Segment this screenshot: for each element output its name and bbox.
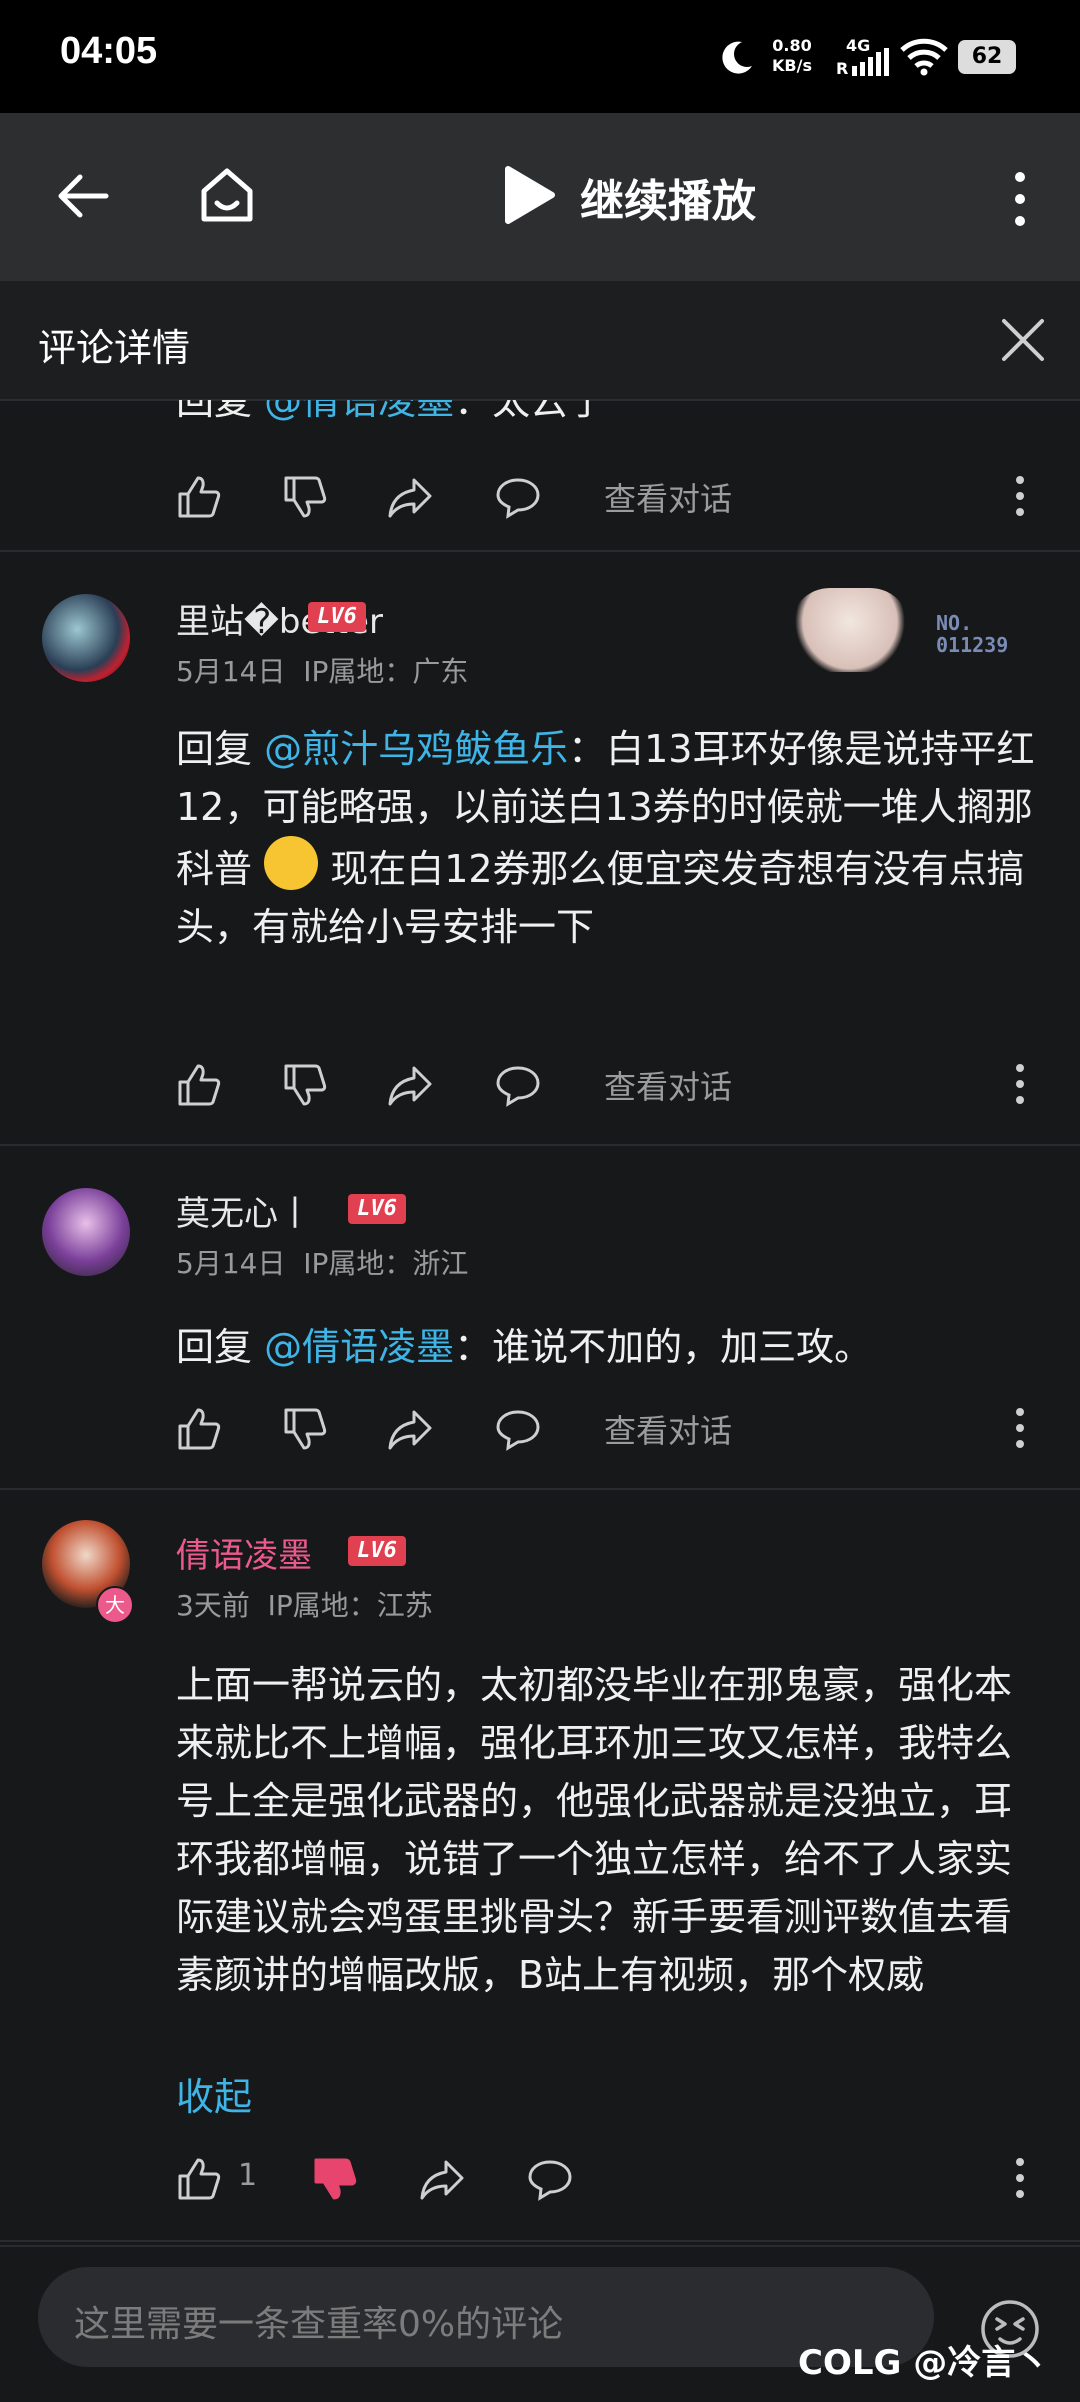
mention-link[interactable]: @倩语凌墨 — [264, 400, 454, 423]
comment-detail-header: 评论详情 — [0, 281, 1080, 401]
like-count: 1 — [238, 2158, 258, 2193]
view-conversation-link[interactable]: 查看对话 — [604, 474, 732, 520]
reply-icon[interactable] — [494, 474, 542, 520]
share-icon[interactable] — [386, 1062, 434, 1108]
battery-indicator: 62 — [958, 40, 1016, 74]
share-icon[interactable] — [386, 1406, 434, 1452]
divider — [0, 2240, 1080, 2242]
username[interactable]: 莫无心丨 — [176, 1186, 312, 1235]
dislike-icon[interactable] — [282, 474, 328, 520]
more-menu-icon[interactable] — [1010, 171, 1030, 227]
page-title: 评论详情 — [38, 326, 191, 370]
divider — [0, 550, 1080, 552]
share-icon[interactable] — [386, 474, 434, 520]
moon-icon — [722, 41, 752, 74]
level-badge: LV6 — [308, 602, 366, 632]
avatar[interactable] — [42, 594, 130, 682]
comment-more-icon[interactable] — [1014, 474, 1026, 518]
continue-play-label[interactable]: 继续播放 — [580, 165, 756, 229]
comment-text: 回复 @倩语凌墨：谁说不加的，加三攻。 — [176, 1325, 873, 1369]
wifi-icon — [900, 38, 948, 76]
watermark: COLG @冷言丶 — [798, 2343, 1050, 2383]
divider — [0, 1144, 1080, 1146]
comment-actions: 查看对话 — [176, 1400, 1056, 1456]
play-icon[interactable] — [500, 163, 558, 227]
view-conversation-link[interactable]: 查看对话 — [604, 1062, 732, 1108]
net-speed: 0.80 KB/s — [772, 36, 812, 75]
like-icon[interactable] — [176, 2156, 222, 2202]
like-icon[interactable] — [176, 1062, 222, 1108]
comment-text: 回复 @煎汁乌鸡鲅鱼乐：白13耳环好像是说持平红12，可能略强，以前送白13券的… — [176, 727, 1035, 949]
reply-icon[interactable] — [494, 1406, 542, 1452]
like-icon[interactable] — [176, 1406, 222, 1452]
dislike-icon[interactable] — [282, 1406, 328, 1452]
comment-input-placeholder: 这里需要一条查重率0%的评论 — [74, 2304, 564, 2345]
fan-badge-number: NO. 011239 — [936, 611, 1009, 657]
dislike-icon-active[interactable] — [312, 2156, 358, 2202]
fan-badge-image — [790, 588, 910, 672]
back-arrow-icon[interactable] — [56, 171, 110, 221]
comment-date: 3天前 IP属地：江苏 — [176, 1589, 433, 1622]
mention-link[interactable]: @倩语凌墨 — [264, 1325, 454, 1369]
comment-actions: 1 — [176, 2150, 1056, 2206]
view-conversation-link[interactable]: 查看对话 — [604, 1406, 732, 1452]
svg-text:R: R — [836, 59, 848, 76]
comment-actions: 查看对话 — [176, 468, 1056, 524]
status-time: 04:05 — [60, 30, 158, 72]
avatar[interactable] — [42, 1188, 130, 1276]
dislike-icon[interactable] — [282, 1062, 328, 1108]
comment-date: 5月14日 IP属地：广东 — [176, 655, 469, 688]
mention-link[interactable]: @煎汁乌鸡鲅鱼乐 — [264, 727, 568, 771]
divider — [0, 1488, 1080, 1490]
avatar-badge: 大 — [96, 1586, 134, 1624]
level-badge: LV6 — [348, 1536, 406, 1566]
like-icon[interactable] — [176, 474, 222, 520]
username[interactable]: 倩语凌墨 — [176, 1528, 312, 1577]
comment-more-icon[interactable] — [1014, 1062, 1026, 1106]
comment-more-icon[interactable] — [1014, 2156, 1026, 2200]
signal-icon: R — [836, 48, 889, 76]
comment-text: 上面一帮说云的，太初都没毕业在那鬼豪，强化本来就比不上增幅，强化耳环加三攻又怎样… — [176, 1663, 1013, 1997]
collapse-link[interactable]: 收起 — [176, 2066, 252, 2121]
comment-actions: 查看对话 — [176, 1056, 1056, 1112]
comment-list: 回复 @倩语凌墨：太云了 查看对话 里站�better LV6 5月14日 IP… — [0, 400, 1080, 2245]
smile-emoji-icon — [264, 836, 319, 890]
status-bar: 04:05 0.80 KB/s 4G R 62 — [0, 0, 1080, 113]
level-badge: LV6 — [348, 1194, 406, 1224]
comment-text: 回复 @倩语凌墨：太云了 — [176, 400, 1036, 430]
comment-more-icon[interactable] — [1014, 1406, 1026, 1450]
home-icon[interactable] — [196, 165, 258, 227]
app-bar: 继续播放 — [0, 113, 1080, 281]
close-icon[interactable] — [1000, 317, 1046, 363]
reply-icon[interactable] — [526, 2156, 574, 2202]
reply-icon[interactable] — [494, 1062, 542, 1108]
share-icon[interactable] — [418, 2156, 466, 2202]
comment-date: 5月14日 IP属地：浙江 — [176, 1247, 469, 1280]
